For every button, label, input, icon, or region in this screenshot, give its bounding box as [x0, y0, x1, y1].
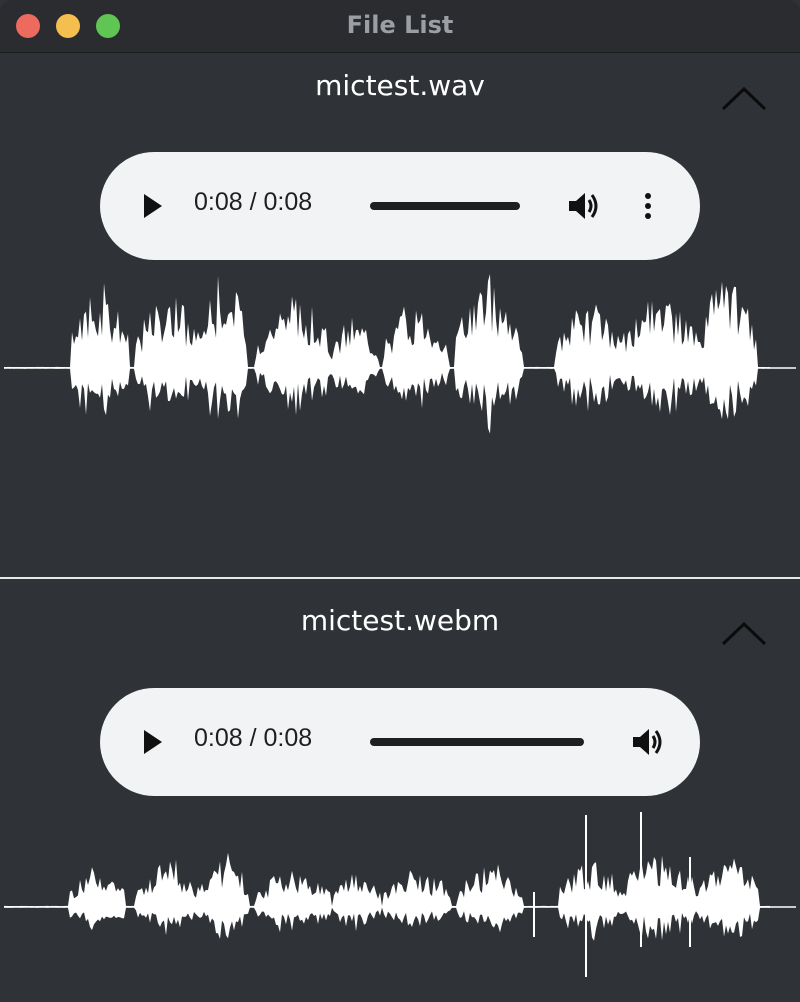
waveform	[4, 274, 796, 434]
time-display: 0:08 / 0:08	[194, 188, 313, 216]
app-window: File List mictest.wav 0:08 / 0:08 mictes…	[0, 0, 800, 1002]
waveform-shape	[4, 852, 770, 941]
audio-player: 0:08 / 0:08	[100, 152, 700, 260]
file-name: mictest.wav	[315, 69, 485, 102]
play-icon[interactable]	[140, 728, 166, 756]
chevron-up-icon[interactable]	[720, 618, 768, 648]
file-item-webm: mictest.webm 0:08 / 0:08	[0, 580, 800, 1002]
volume-icon[interactable]	[566, 190, 602, 222]
progress-slider[interactable]	[370, 738, 584, 746]
section-divider	[0, 577, 800, 579]
play-icon[interactable]	[140, 192, 166, 220]
file-name: mictest.webm	[300, 604, 500, 637]
volume-icon[interactable]	[630, 726, 666, 758]
progress-slider[interactable]	[370, 202, 520, 210]
waveform	[4, 812, 796, 977]
window-title: File List	[346, 11, 454, 39]
title-bar: File List	[0, 0, 800, 53]
time-display: 0:08 / 0:08	[194, 724, 313, 752]
chevron-up-icon[interactable]	[720, 83, 768, 113]
waveform-shape	[4, 274, 770, 434]
file-item-wav: mictest.wav 0:08 / 0:08	[0, 53, 800, 578]
audio-player: 0:08 / 0:08	[100, 688, 700, 796]
more-options-icon[interactable]	[636, 190, 660, 222]
